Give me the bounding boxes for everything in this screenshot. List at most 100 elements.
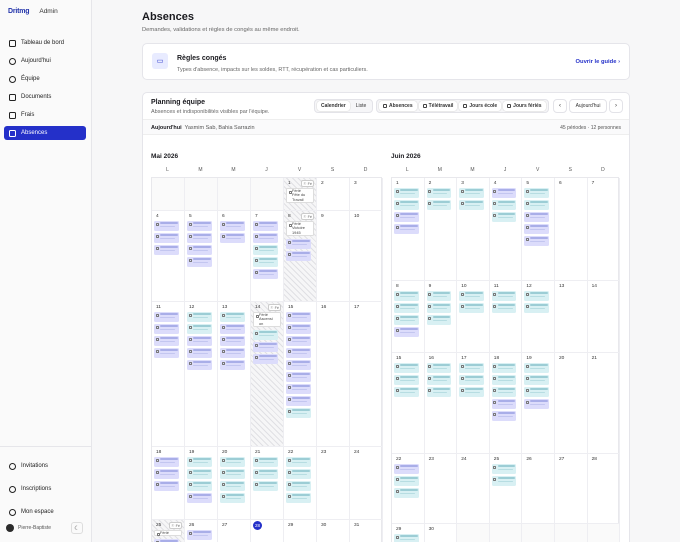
absence-event[interactable] <box>394 327 419 337</box>
telework-event[interactable] <box>253 469 278 479</box>
sidebar-item-documents[interactable]: Documents <box>4 90 86 104</box>
absence-event[interactable] <box>253 233 278 243</box>
telework-event[interactable] <box>220 481 245 491</box>
next-month-button[interactable]: › <box>609 99 623 113</box>
absence-event[interactable] <box>187 360 212 370</box>
calendar-day[interactable]: 27 <box>218 520 251 542</box>
telework-event[interactable] <box>426 291 452 301</box>
absence-event[interactable] <box>524 399 549 409</box>
calendar-day[interactable]: 3 <box>457 178 490 281</box>
calendar-day[interactable]: 18 <box>152 447 185 520</box>
calendar-day[interactable]: 30 <box>425 524 458 542</box>
absence-event[interactable] <box>154 221 179 231</box>
telework-event[interactable] <box>286 408 311 418</box>
absence-event[interactable] <box>286 336 311 346</box>
sidebar-item-my-space[interactable]: Mon espace <box>4 505 86 519</box>
absence-event[interactable] <box>220 336 245 346</box>
telework-event[interactable] <box>253 245 278 255</box>
absence-event[interactable] <box>154 457 179 467</box>
theme-toggle-button[interactable]: ☾ <box>71 522 83 534</box>
telework-event[interactable] <box>524 200 549 210</box>
absence-event[interactable] <box>286 348 311 358</box>
telework-event[interactable] <box>491 387 517 397</box>
absence-event[interactable] <box>187 348 212 358</box>
absence-event[interactable] <box>220 221 245 231</box>
calendar-day[interactable]: 20 <box>555 353 588 454</box>
absence-event[interactable] <box>154 312 179 322</box>
telework-event[interactable] <box>187 481 212 491</box>
absence-event[interactable] <box>286 372 311 382</box>
calendar-day[interactable]: 13 <box>218 302 251 447</box>
sidebar-item-expenses[interactable]: Frais <box>4 108 86 122</box>
calendar-day[interactable]: 15 <box>392 353 425 454</box>
absence-event[interactable] <box>286 384 311 394</box>
calendar-day[interactable]: 15 <box>284 302 317 447</box>
absence-event[interactable] <box>187 245 212 255</box>
calendar-day[interactable]: 17 <box>457 353 490 454</box>
calendar-day[interactable]: 30 <box>317 520 350 542</box>
absence-event[interactable] <box>253 221 278 231</box>
calendar-day[interactable]: 13 <box>555 281 588 353</box>
calendar-day[interactable]: 19 <box>185 447 218 520</box>
user-profile[interactable]: Pierre-Baptiste <box>6 524 51 532</box>
telework-event[interactable] <box>426 188 452 198</box>
absence-event[interactable] <box>154 233 179 243</box>
view-calendar-button[interactable]: Calendrier <box>317 101 350 111</box>
telework-event[interactable] <box>394 534 419 542</box>
telework-event[interactable] <box>286 457 311 467</box>
absence-event[interactable] <box>286 251 311 262</box>
telework-event[interactable] <box>220 493 245 503</box>
absence-event[interactable] <box>187 233 212 243</box>
calendar-day[interactable]: 16 <box>424 353 458 454</box>
telework-event[interactable] <box>459 200 484 210</box>
absence-event[interactable] <box>524 236 549 246</box>
brand[interactable]: Dritmg Admin <box>8 8 58 15</box>
calendar-day[interactable]: 14 ⚐ Fé Férié Ascensi on <box>251 302 284 447</box>
filter-holidays-button[interactable]: Jours fériés <box>503 101 546 111</box>
absence-event[interactable] <box>286 324 311 334</box>
telework-event[interactable] <box>286 469 311 479</box>
calendar-day[interactable]: 1 ⚐ Fé Férié Fête du Travail <box>284 178 317 211</box>
calendar-day[interactable]: 25 <box>489 454 523 524</box>
telework-event[interactable] <box>524 363 549 373</box>
calendar-day[interactable]: 3 <box>350 178 383 211</box>
calendar-day[interactable]: 26 <box>522 454 555 524</box>
calendar-day[interactable]: 10 <box>457 281 490 353</box>
telework-event[interactable] <box>426 375 452 385</box>
telework-event[interactable] <box>459 363 484 373</box>
sidebar-item-team[interactable]: Équipe <box>4 72 86 86</box>
telework-event[interactable] <box>459 188 484 198</box>
absence-event[interactable] <box>394 224 419 234</box>
calendar-day[interactable]: 22 <box>284 447 317 520</box>
calendar-day[interactable]: 2 <box>424 178 458 281</box>
telework-event[interactable] <box>187 469 212 479</box>
absence-event[interactable] <box>286 360 311 370</box>
calendar-day[interactable]: 7 <box>251 211 284 302</box>
calendar-day[interactable]: 14 <box>587 281 621 353</box>
absence-event[interactable] <box>253 342 278 353</box>
calendar-day[interactable]: 17 <box>350 302 383 447</box>
calendar-day[interactable]: 5 <box>522 178 555 281</box>
telework-event[interactable] <box>394 303 419 313</box>
calendar-day[interactable]: 23 <box>317 447 350 520</box>
sidebar-item-dashboard[interactable]: Tableau de bord <box>4 36 86 50</box>
sidebar-item-invitations[interactable]: Invitations <box>4 459 86 473</box>
absence-event[interactable] <box>394 212 419 222</box>
absence-event[interactable] <box>187 221 212 231</box>
calendar-day[interactable]: 22 <box>392 454 425 524</box>
calendar-day[interactable]: 11 <box>152 302 185 447</box>
filter-school-days-button[interactable]: Jours école <box>459 101 502 111</box>
calendar-day[interactable]: 31 <box>350 520 383 542</box>
calendar-day[interactable]: 23 <box>424 454 458 524</box>
telework-event[interactable] <box>253 257 278 267</box>
sidebar-item-inscriptions[interactable]: Inscriptions <box>4 482 86 496</box>
calendar-day[interactable]: 9 <box>424 281 458 353</box>
telework-event[interactable] <box>187 324 212 334</box>
telework-event[interactable] <box>426 363 452 373</box>
telework-event[interactable] <box>524 387 549 397</box>
absence-event[interactable] <box>491 411 517 421</box>
calendar-day[interactable]: 24 <box>350 447 383 520</box>
absence-event[interactable] <box>154 481 179 491</box>
calendar-day[interactable]: 19 <box>522 353 555 454</box>
calendar-day[interactable]: 6 <box>218 211 251 302</box>
